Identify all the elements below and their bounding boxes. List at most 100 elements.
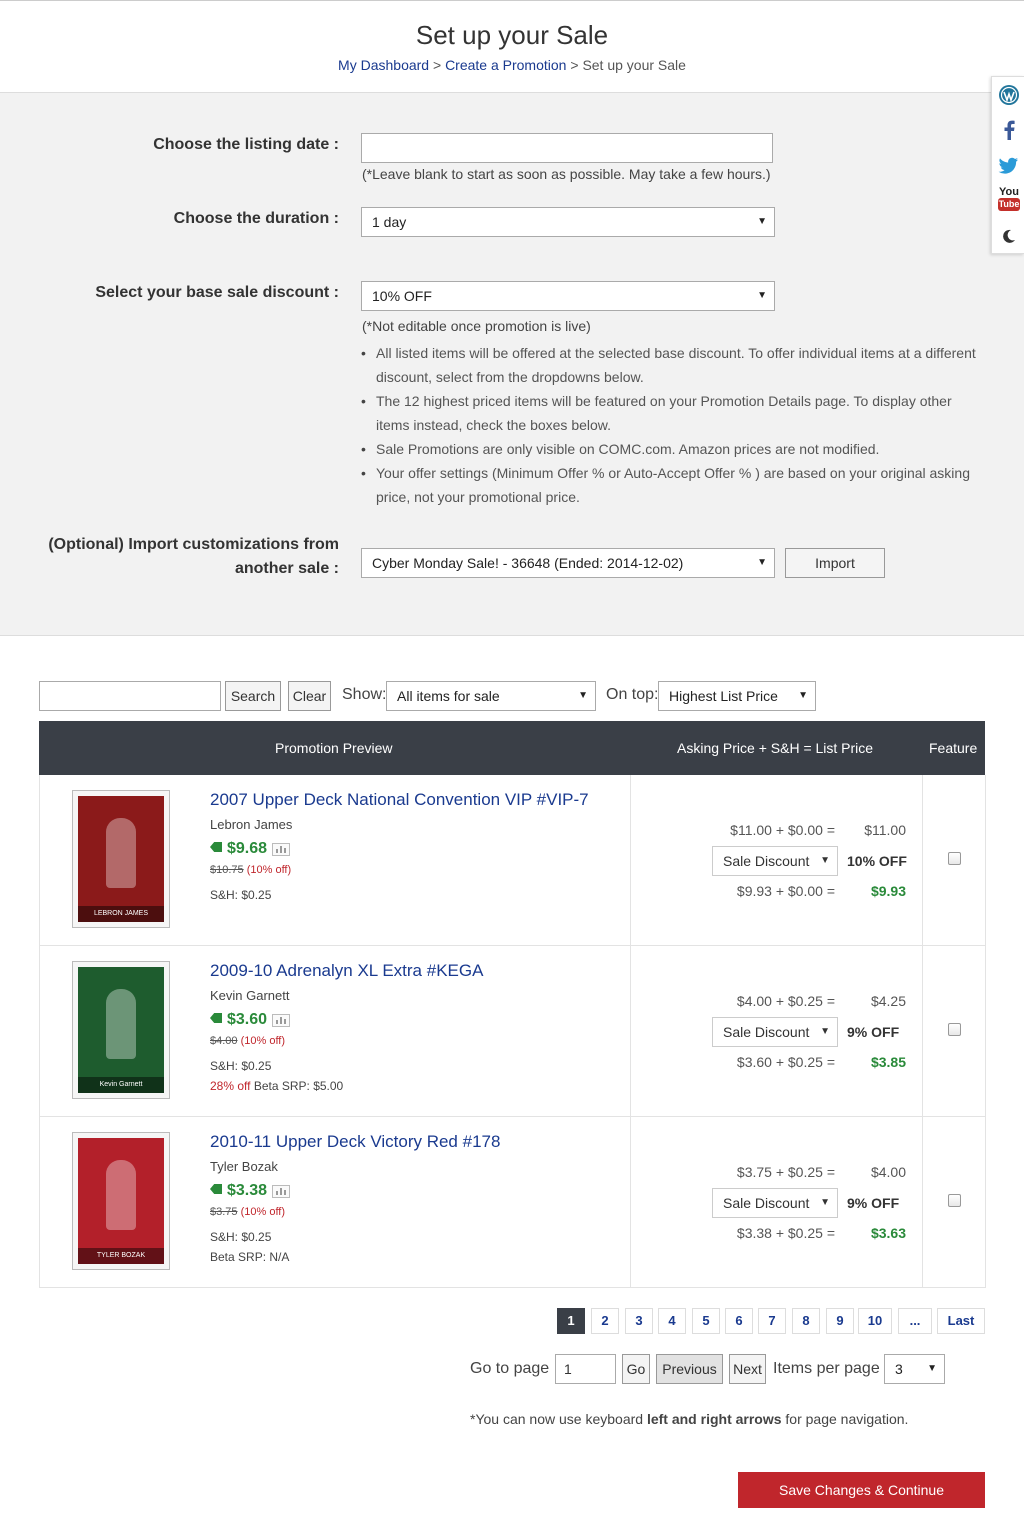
goto-page-input[interactable] [555, 1354, 616, 1384]
duration-label: Choose the duration : [173, 210, 339, 227]
breadcrumb-current: Set up your Sale [582, 57, 686, 73]
breadcrumb-create-promotion-link[interactable]: Create a Promotion [445, 57, 566, 73]
clear-button[interactable]: Clear [288, 681, 331, 711]
page-button-4[interactable]: 4 [658, 1308, 686, 1334]
duration-select[interactable]: 1 day ▼ [361, 207, 775, 237]
item-discount-select[interactable]: Sale Discount ▼ [712, 846, 838, 876]
item-discount-select[interactable]: Sale Discount ▼ [712, 1017, 838, 1047]
page-button-1[interactable]: 1 [557, 1308, 585, 1334]
dropdown-arrow-icon: ▼ [820, 1197, 830, 1208]
price-tag-icon [210, 1013, 222, 1023]
save-and-continue-button[interactable]: Save Changes & Continue [738, 1472, 985, 1508]
page-last-button[interactable]: Last [937, 1308, 985, 1334]
show-filter-select[interactable]: All items for sale ▼ [386, 681, 596, 711]
beta-srp: 28% off Beta SRP: $5.00 [210, 1079, 343, 1093]
sale-price-value: $3.60 [227, 1011, 268, 1028]
previous-button[interactable]: Previous [656, 1354, 723, 1384]
items-per-page-select[interactable]: 3 ▼ [884, 1354, 945, 1384]
breadcrumb-dashboard-link[interactable]: My Dashboard [338, 57, 429, 73]
discount-percent: (10% off) [240, 1206, 286, 1218]
original-price: $10.75 (10% off) [210, 864, 291, 876]
moon-icon[interactable] [998, 225, 1020, 247]
page-button-10[interactable]: 10 [858, 1308, 892, 1334]
promo-list-price: $9.93 [870, 883, 906, 899]
column-divider [630, 1117, 631, 1287]
item-title-link[interactable]: 2010-11 Upper Deck Victory Red #178 [210, 1132, 500, 1152]
shipping-handling: S&H: $0.25 [210, 1230, 272, 1244]
item-discount-select[interactable]: Sale Discount ▼ [712, 1188, 838, 1218]
goto-page-label: Go to page [470, 1360, 550, 1377]
discount-percent: (10% off) [246, 864, 292, 876]
dropdown-arrow-icon: ▼ [798, 690, 808, 701]
item-search-input[interactable] [39, 681, 221, 711]
search-button[interactable]: Search [225, 681, 281, 711]
sort-select[interactable]: Highest List Price ▼ [658, 681, 816, 711]
promo-list-price: $3.85 [870, 1054, 906, 1070]
original-price-value: $10.75 [210, 864, 244, 876]
go-button[interactable]: Go [622, 1354, 650, 1384]
base-discount-value: 10% OFF [372, 288, 432, 304]
original-price: $4.00 (10% off) [210, 1035, 285, 1047]
listing-date-input[interactable] [361, 133, 773, 163]
sale-price-value: $9.68 [227, 840, 268, 857]
listing-date-label: Choose the listing date : [153, 136, 339, 153]
dropdown-arrow-icon: ▼ [757, 216, 767, 227]
next-button[interactable]: Next [729, 1354, 766, 1384]
column-divider [922, 775, 923, 945]
srp-value: Beta SRP: N/A [210, 1250, 290, 1264]
base-discount-select[interactable]: 10% OFF ▼ [361, 281, 775, 311]
import-button[interactable]: Import [785, 548, 885, 578]
player-name: Kevin Garnett [210, 988, 290, 1003]
price-tag-icon [210, 1184, 222, 1194]
item-title-link[interactable]: 2009-10 Adrenalyn XL Extra #KEGA [210, 961, 483, 981]
item-discount-percent: 9% OFF [847, 1195, 900, 1211]
dropdown-arrow-icon: ▼ [757, 557, 767, 568]
price-history-chart-icon[interactable] [272, 1185, 290, 1198]
sale-price: $3.38 [210, 1182, 267, 1200]
card-art: Kevin Garnett [78, 967, 164, 1093]
page-ellipsis-button[interactable]: ... [898, 1308, 932, 1334]
discount-label: Select your base sale discount : [95, 284, 339, 301]
feature-checkbox[interactable] [948, 1023, 961, 1036]
page-button-7[interactable]: 7 [758, 1308, 786, 1334]
sale-price-value: $3.38 [227, 1182, 268, 1199]
price-history-chart-icon[interactable] [272, 1014, 290, 1027]
original-price: $3.75 (10% off) [210, 1206, 285, 1218]
import-sale-select[interactable]: Cyber Monday Sale! - 36648 (Ended: 2014-… [361, 548, 775, 578]
asking-price-line: $3.75 + $0.25 = [736, 1164, 835, 1180]
on-top-label: On top: [606, 686, 659, 703]
card-name-strip: TYLER BOZAK [78, 1248, 164, 1264]
page-button-8[interactable]: 8 [792, 1308, 820, 1334]
wordpress-icon[interactable] [998, 84, 1020, 106]
page-button-6[interactable]: 6 [725, 1308, 753, 1334]
dropdown-arrow-icon: ▼ [927, 1363, 937, 1374]
feature-checkbox[interactable] [948, 852, 961, 865]
feature-checkbox[interactable] [948, 1194, 961, 1207]
page-button-5[interactable]: 5 [692, 1308, 720, 1334]
original-price-value: $4.00 [210, 1035, 238, 1047]
youtube-icon[interactable]: You Tube [998, 187, 1020, 213]
card-image[interactable]: Kevin Garnett [72, 961, 170, 1099]
discount-hint: (*Not editable once promotion is live) [362, 318, 591, 334]
item-title-link[interactable]: 2007 Upper Deck National Convention VIP … [210, 790, 589, 810]
card-image[interactable]: TYLER BOZAK [72, 1132, 170, 1270]
page-button-3[interactable]: 3 [625, 1308, 653, 1334]
show-label: Show: [342, 686, 387, 703]
list-price-total: $4.00 [870, 1164, 906, 1180]
page-button-9[interactable]: 9 [826, 1308, 854, 1334]
twitter-icon[interactable] [998, 154, 1020, 176]
srp-discount: 28% off [210, 1079, 251, 1093]
item-discount-percent: 10% OFF [847, 853, 907, 869]
srp-value: Beta SRP: $5.00 [253, 1079, 344, 1093]
shipping-handling: S&H: $0.25 [210, 888, 272, 902]
table-row: Kevin Garnett 2009-10 Adrenalyn XL Extra … [39, 946, 986, 1117]
card-image[interactable]: LEBRON JAMES [72, 790, 170, 928]
facebook-icon[interactable] [998, 119, 1020, 141]
promo-list-price: $3.63 [870, 1225, 906, 1241]
item-discount-percent: 9% OFF [847, 1024, 900, 1040]
social-share-bar: You Tube [991, 76, 1024, 254]
column-divider [630, 946, 631, 1116]
price-history-chart-icon[interactable] [272, 843, 290, 856]
breadcrumb: My Dashboard > Create a Promotion > Set … [0, 57, 1024, 73]
page-button-2[interactable]: 2 [591, 1308, 619, 1334]
